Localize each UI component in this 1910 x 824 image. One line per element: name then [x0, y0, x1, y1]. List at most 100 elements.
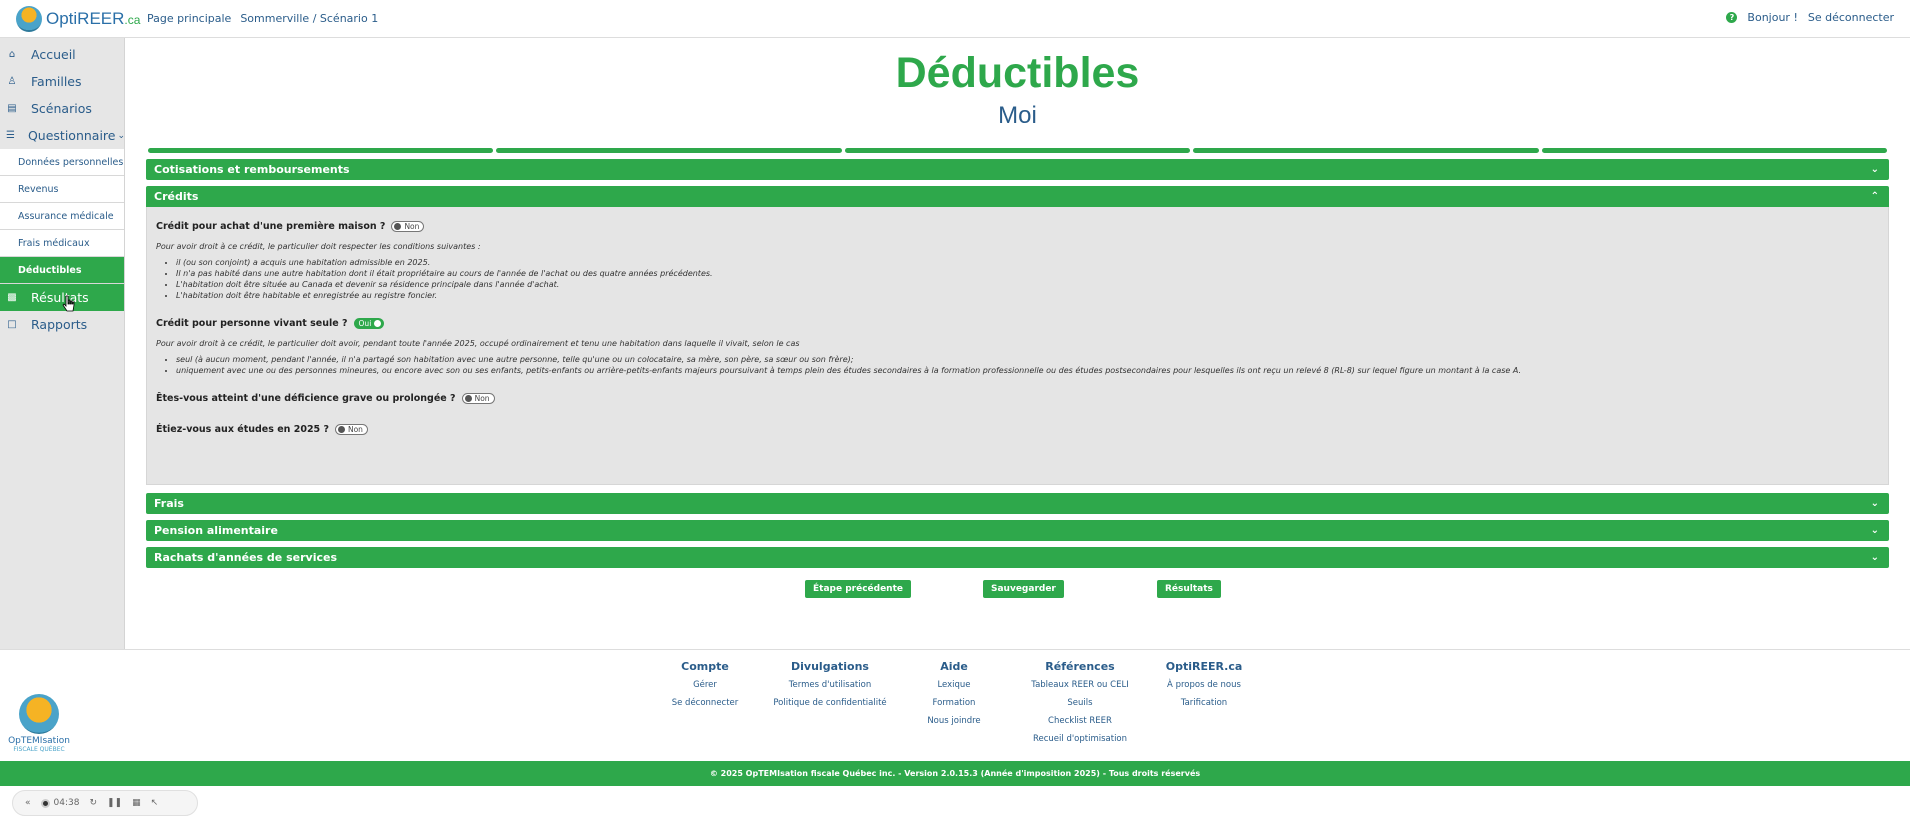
logo-icon [19, 694, 59, 734]
logo-name: OptiREER [46, 9, 125, 28]
logout-link[interactable]: Se déconnecter [1808, 11, 1894, 24]
footer-link-logout[interactable]: Se déconnecter [665, 694, 745, 712]
footer-link-gerer[interactable]: Gérer [665, 676, 745, 694]
section-credits[interactable]: Crédits ⌃ [146, 186, 1889, 207]
mouse-cursor-icon [62, 295, 75, 312]
footer-col-aide: Aide Lexique Formation Nous joindre [924, 660, 984, 730]
footer-link-lexique[interactable]: Lexique [924, 676, 984, 694]
section-cotisations[interactable]: Cotisations et remboursements ⌄ [146, 159, 1889, 180]
question-label: Êtes-vous atteint d'une déficience grave… [156, 393, 456, 404]
footer-col-title: Références [1045, 660, 1115, 673]
recording-timer: 04:38 [40, 798, 79, 808]
main-content: Déductibles Moi Cotisations et rembourse… [146, 38, 1889, 612]
toggle-value: Non [404, 222, 420, 231]
sidebar-sub-frais-medicaux[interactable]: Frais médicaux [0, 230, 124, 257]
sidebar-sub-deductibles[interactable]: Déductibles [0, 257, 124, 284]
question-label: Crédit pour achat d'une première maison … [156, 221, 386, 232]
save-button[interactable]: Sauvegarder [983, 580, 1064, 598]
toggle-knob [394, 223, 402, 230]
info-text: Pour avoir droit à ce crédit, le particu… [156, 242, 481, 251]
previous-step-button[interactable]: Étape précédente [805, 580, 911, 598]
footer-link-recueil[interactable]: Recueil d'optimisation [1030, 730, 1130, 748]
sidebar-item-label: Questionnaire [27, 128, 116, 143]
footer-brand-sub: FISCALE QUÉBEC [13, 746, 65, 753]
sidebar-item-familles[interactable]: ♙ Familles [0, 68, 124, 95]
footer-link-contact[interactable]: Nous joindre [924, 712, 984, 730]
footer-link-privacy[interactable]: Politique de confidentialité [770, 694, 890, 712]
footer-link-about[interactable]: À propos de nous [1164, 676, 1244, 694]
toggle-etudes[interactable]: Non [334, 424, 368, 435]
section-title: Rachats d'années de services [154, 551, 337, 564]
optemisation-logo: OpTEMIsation FISCALE QUÉBEC [8, 694, 70, 753]
footer-col-title: Compte [681, 660, 729, 673]
footer-link-pricing[interactable]: Tarification [1164, 694, 1244, 712]
section-rachats[interactable]: Rachats d'années de services ⌄ [146, 547, 1889, 568]
button-bar: Étape précédente Sauvegarder Résultats [146, 580, 1889, 612]
footer-col-title: Aide [940, 660, 968, 673]
pause-icon[interactable]: ❚❚ [107, 798, 122, 808]
scenarios-icon: ▤ [7, 103, 17, 114]
sidebar-item-rapports[interactable]: □ Rapports [0, 311, 124, 338]
results-button[interactable]: Résultats [1157, 580, 1221, 598]
collapse-icon[interactable]: « [25, 798, 31, 808]
sidebar-sub-donnees-personnelles[interactable]: Données personnelles [0, 149, 124, 176]
sidebar-item-scenarios[interactable]: ▤ Scénarios [0, 95, 124, 122]
section-title: Crédits [154, 190, 199, 203]
sidebar-item-accueil[interactable]: ⌂ Accueil [0, 41, 124, 68]
footer: OpTEMIsation FISCALE QUÉBEC Compte Gérer… [0, 649, 1910, 761]
chevron-up-icon: ⌃ [1870, 191, 1879, 202]
sidebar-item-label: Accueil [31, 47, 76, 62]
conditions-list: il (ou son conjoint) a acquis une habita… [156, 258, 1879, 300]
record-icon [40, 798, 50, 808]
footer-col-title: OptiREER.ca [1165, 660, 1243, 673]
sidebar-item-questionnaire[interactable]: ☰ Questionnaire ⌄ [0, 122, 125, 149]
logo-text: OptiREER.ca [46, 9, 140, 29]
progress-segment [148, 148, 494, 153]
info-text: Pour avoir droit à ce crédit, le particu… [156, 339, 800, 348]
chevron-down-icon: ⌄ [1870, 498, 1879, 509]
sidebar-item-label: Scénarios [31, 101, 92, 116]
progress-segment [1193, 148, 1539, 153]
toggle-premiere-maison[interactable]: Non [391, 221, 425, 232]
footer-link-checklist[interactable]: Checklist REER [1030, 712, 1130, 730]
breadcrumb-scenario[interactable]: Sommerville / Scénario 1 [240, 12, 378, 25]
help-icon[interactable]: ? [1726, 12, 1738, 23]
toggle-deficience[interactable]: Non [461, 393, 495, 404]
toggle-value: Oui [358, 319, 372, 328]
footer-link-tableaux[interactable]: Tableaux REER ou CELI [1030, 676, 1130, 694]
sidebar-sub-assurance-medicale[interactable]: Assurance médicale [0, 203, 124, 230]
section-pension[interactable]: Pension alimentaire ⌄ [146, 520, 1889, 541]
page-subtitle: Moi [998, 102, 1037, 129]
footer-col-references: Références Tableaux REER ou CELI Seuils … [1030, 660, 1130, 748]
sidebar-sub-revenus[interactable]: Revenus [0, 176, 124, 203]
question-premiere-maison: Crédit pour achat d'une première maison … [156, 221, 1879, 232]
trash-icon[interactable]: ▦ [132, 798, 141, 808]
list-icon: ☰ [6, 130, 15, 141]
optireer-logo[interactable]: OptiREER.ca [16, 5, 140, 33]
toggle-knob [337, 426, 345, 433]
list-item: seul (à aucun moment, pendant l'année, i… [176, 355, 1879, 364]
toggle-knob [464, 395, 472, 402]
copyright-bar: © 2025 OpTEMIsation fiscale Québec inc. … [0, 761, 1910, 786]
breadcrumb: Page principale Sommerville / Scénario 1 [147, 12, 378, 25]
pointer-icon[interactable]: ↖ [151, 798, 159, 808]
toggle-value: Non [474, 394, 490, 403]
question-label: Étiez-vous aux études en 2025 ? [156, 424, 329, 435]
greeting[interactable]: Bonjour ! [1747, 11, 1797, 24]
restart-icon[interactable]: ↻ [89, 798, 97, 808]
sidebar-item-label: Familles [31, 74, 82, 89]
section-title: Pension alimentaire [154, 524, 278, 537]
user-menu: ? Bonjour ! Se déconnecter [1726, 11, 1894, 24]
section-frais[interactable]: Frais ⌄ [146, 493, 1889, 514]
footer-link-terms[interactable]: Termes d'utilisation [770, 676, 890, 694]
footer-col-title: Divulgations [791, 660, 869, 673]
chevron-down-icon: ⌄ [1870, 164, 1879, 175]
logo-suffix: .ca [124, 13, 141, 27]
footer-link-formation[interactable]: Formation [924, 694, 984, 712]
footer-link-seuils[interactable]: Seuils [1030, 694, 1130, 712]
top-bar: OptiREER.ca Page principale Sommerville … [0, 0, 1910, 38]
list-item: L'habitation doit être située au Canada … [176, 280, 1879, 289]
toggle-personne-seule[interactable]: Oui [353, 318, 385, 329]
breadcrumb-home[interactable]: Page principale [147, 12, 231, 25]
progress-segment [496, 148, 842, 153]
